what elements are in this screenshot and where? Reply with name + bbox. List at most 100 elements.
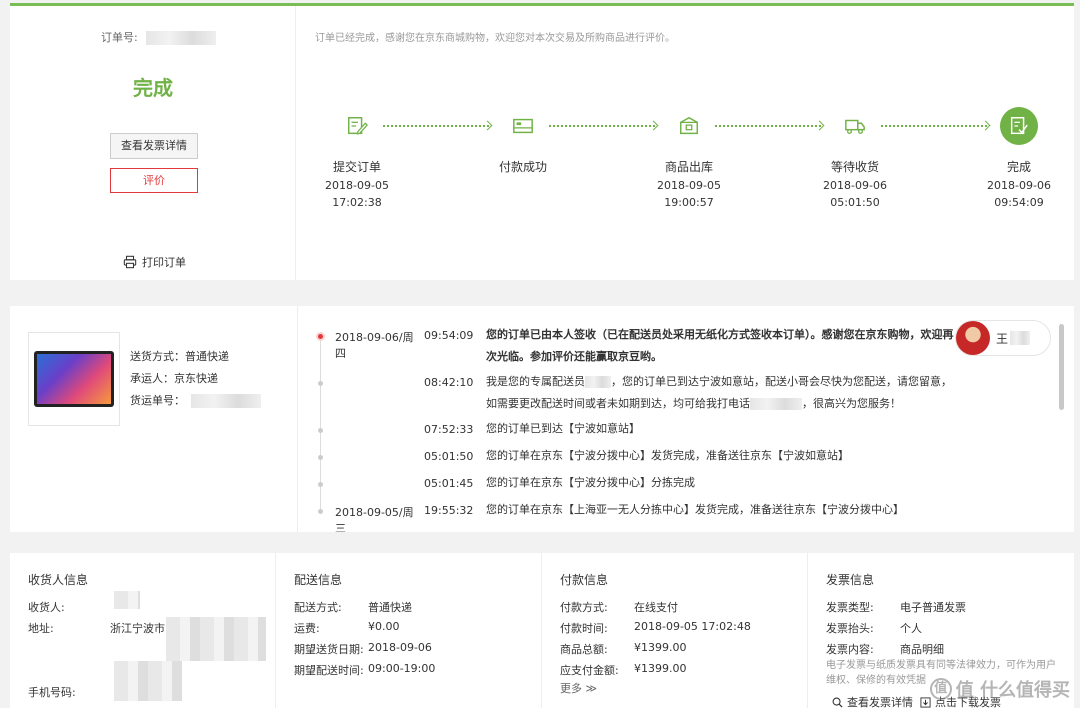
tracking-message: 您的订单已由本人签收（已在配送员处采用无纸化方式签收本订单）。感谢您在京东购物，… bbox=[486, 328, 954, 363]
step-time: 17:02:38 bbox=[332, 196, 382, 209]
step-name: 付款成功 bbox=[498, 160, 547, 174]
invoice-row: 发票内容: 商品明细 bbox=[826, 643, 944, 656]
delivery-title: 配送信息 bbox=[294, 573, 343, 587]
step-submit-order: 提交订单 2018-09-05 17:02:38 bbox=[312, 107, 402, 209]
tracking-time: 05:01:50 bbox=[424, 450, 474, 463]
payment-info: 付款信息 付款方式: 在线支付 付款时间: 2018-09-05 17:02:48 … bbox=[542, 553, 808, 708]
thanks-message: 订单已经完成，感谢您在京东商城购物，欢迎您对本次交易及所购商品进行评价。 bbox=[315, 33, 675, 44]
step-time: 09:54:09 bbox=[994, 196, 1044, 209]
tracking-time: 05:01:45 bbox=[424, 477, 474, 490]
waybill-redacted bbox=[191, 394, 261, 408]
courier-name: 王 bbox=[996, 331, 1009, 346]
logistics-panel: 送货方式： 普通快递 承运人： 京东快递 货运单号： 2018-09-06/周四 0… bbox=[10, 306, 1074, 532]
carrier-value: 京东快递 bbox=[174, 372, 218, 385]
invoice-row: 发票抬头: 个人 bbox=[826, 622, 922, 635]
payment-row: 付款时间: 2018-09-05 17:02:48 bbox=[560, 620, 751, 635]
review-button[interactable]: 评价 bbox=[110, 168, 198, 193]
step-outbound: 商品出库 2018-09-05 19:00:57 bbox=[644, 107, 734, 209]
package-icon bbox=[670, 107, 708, 145]
edit-order-icon bbox=[338, 107, 376, 145]
step-arrow bbox=[715, 125, 821, 127]
product-thumbnail[interactable] bbox=[28, 332, 120, 426]
address-value: 浙江宁波市 bbox=[110, 622, 165, 635]
order-number-label: 订单号: bbox=[101, 31, 138, 44]
order-summary: 订单号: 完成 查看发票详情 评价 打印订单 bbox=[10, 6, 296, 280]
invoice-row: 发票类型: 电子普通发票 bbox=[826, 601, 966, 614]
printer-icon bbox=[123, 255, 137, 269]
step-name: 等待收货 bbox=[830, 160, 879, 174]
tracking-time: 07:52:33 bbox=[424, 423, 474, 436]
consignee-name-row: 收货人: bbox=[28, 601, 65, 614]
payment-row: 付款方式: 在线支付 bbox=[560, 601, 678, 614]
site-watermark: 值 值 什么值得买 bbox=[929, 676, 1070, 702]
payment-more-link[interactable]: 更多 ≫ bbox=[560, 680, 597, 696]
tracking-message: 您的订单在京东【宁波分拨中心】分拣完成 bbox=[486, 476, 695, 489]
tracking-scrollbar[interactable] bbox=[1059, 324, 1064, 410]
order-number: 订单号: bbox=[101, 29, 216, 45]
step-date: 2018-09-05 bbox=[657, 179, 721, 192]
tracking-message: 您的订单已到达【宁波如意站】 bbox=[486, 422, 640, 435]
view-invoice-button[interactable]: 查看发票详情 bbox=[110, 133, 198, 159]
step-name: 完成 bbox=[1006, 160, 1031, 174]
step-date: 2018-09-06 bbox=[987, 179, 1051, 192]
step-payment: 付款成功 bbox=[478, 107, 568, 179]
delivery-info: 配送信息 配送方式: 普通快递 运费: ¥0.00 期望送货日期: 2018-09-0… bbox=[276, 553, 542, 708]
step-time: 19:00:57 bbox=[664, 196, 714, 209]
courier-card[interactable]: 王 bbox=[955, 320, 1051, 356]
carrier-label: 承运人： bbox=[130, 372, 174, 385]
step-name: 提交订单 bbox=[332, 160, 381, 174]
address-redacted-2 bbox=[114, 661, 182, 701]
view-invoice-link[interactable]: 查看发票详情 bbox=[832, 694, 913, 708]
print-order-link[interactable]: 打印订单 bbox=[123, 254, 186, 270]
watermark-logo-icon: 值 bbox=[929, 678, 952, 700]
timeline-dot bbox=[318, 428, 323, 433]
shipping-info: 送货方式： 普通快递 承运人： 京东快递 货运单号： bbox=[130, 346, 261, 412]
step-arrow bbox=[881, 125, 987, 127]
courier-name-redacted bbox=[1010, 331, 1031, 345]
card-icon bbox=[504, 107, 542, 145]
step-awaiting-delivery: 等待收货 2018-09-06 05:01:50 bbox=[810, 107, 900, 209]
delivery-row: 期望配送时间: 09:00-19:00 bbox=[294, 662, 436, 677]
courier-name-redacted bbox=[585, 376, 611, 388]
step-name: 商品出库 bbox=[664, 160, 713, 174]
timeline-dot bbox=[318, 509, 323, 514]
tracking-time: 09:54:09 bbox=[424, 329, 474, 342]
delivery-row: 运费: ¥0.00 bbox=[294, 620, 400, 635]
tracking-timeline: 2018-09-06/周四 09:54:09 您的订单已由本人签收（已在配送员处… bbox=[297, 306, 1067, 532]
consignee-title: 收货人信息 bbox=[28, 573, 89, 587]
waybill-label: 货运单号： bbox=[130, 394, 185, 407]
timeline-dot-active bbox=[318, 334, 323, 339]
order-number-redacted bbox=[145, 31, 216, 45]
tracking-time: 08:42:10 bbox=[424, 376, 474, 389]
step-date: 2018-09-05 bbox=[325, 179, 389, 192]
step-date: 2018-09-06 bbox=[823, 179, 887, 192]
search-icon bbox=[832, 697, 843, 708]
ship-method-label: 送货方式： bbox=[130, 350, 185, 363]
print-order-label: 打印订单 bbox=[142, 256, 186, 269]
order-progress: 订单已经完成，感谢您在京东商城购物，欢迎您对本次交易及所购商品进行评价。 提交订… bbox=[297, 6, 1074, 280]
payment-title: 付款信息 bbox=[560, 573, 609, 587]
order-info-panel: 收货人信息 收货人: 地址: 浙江宁波市 手机号码: 配送信息 配送方式: 普通快… bbox=[10, 553, 1074, 708]
tracking-message: 您的订单在京东【宁波分拨中心】发货完成，准备送往京东【宁波如意站】 bbox=[486, 449, 849, 462]
timeline-dot bbox=[318, 455, 323, 460]
tracking-day: 2018-09-05/周三 bbox=[335, 506, 414, 532]
delivery-row: 期望送货日期: 2018-09-06 bbox=[294, 641, 432, 656]
courier-avatar bbox=[956, 321, 990, 355]
timeline-dot bbox=[318, 482, 323, 487]
timeline-dot bbox=[318, 381, 323, 386]
tablet-image bbox=[34, 351, 114, 407]
invoice-title: 发票信息 bbox=[826, 573, 875, 587]
order-status-panel: 订单号: 完成 查看发票详情 评价 打印订单 订单已经完成，感谢您在京东商城购物… bbox=[10, 3, 1074, 280]
tracking-message: 您的订单在京东【上海亚一无人分拣中心】发货完成，准备送往京东【宁波分拨中心】 bbox=[486, 503, 904, 516]
consignee-info: 收货人信息 收货人: 地址: 浙江宁波市 手机号码: bbox=[10, 553, 276, 708]
step-arrow bbox=[549, 125, 655, 127]
done-icon bbox=[1000, 107, 1038, 145]
tracking-day: 2018-09-06/周四 bbox=[335, 331, 414, 360]
tracking-time: 19:55:32 bbox=[424, 504, 474, 517]
step-complete: 完成 2018-09-06 09:54:09 bbox=[974, 107, 1064, 209]
courier-phone-redacted bbox=[750, 398, 802, 410]
timeline-line bbox=[320, 336, 321, 514]
step-time: 05:01:50 bbox=[830, 196, 880, 209]
phone-row: 手机号码: bbox=[28, 686, 76, 699]
ship-method-value: 普通快递 bbox=[185, 350, 229, 363]
